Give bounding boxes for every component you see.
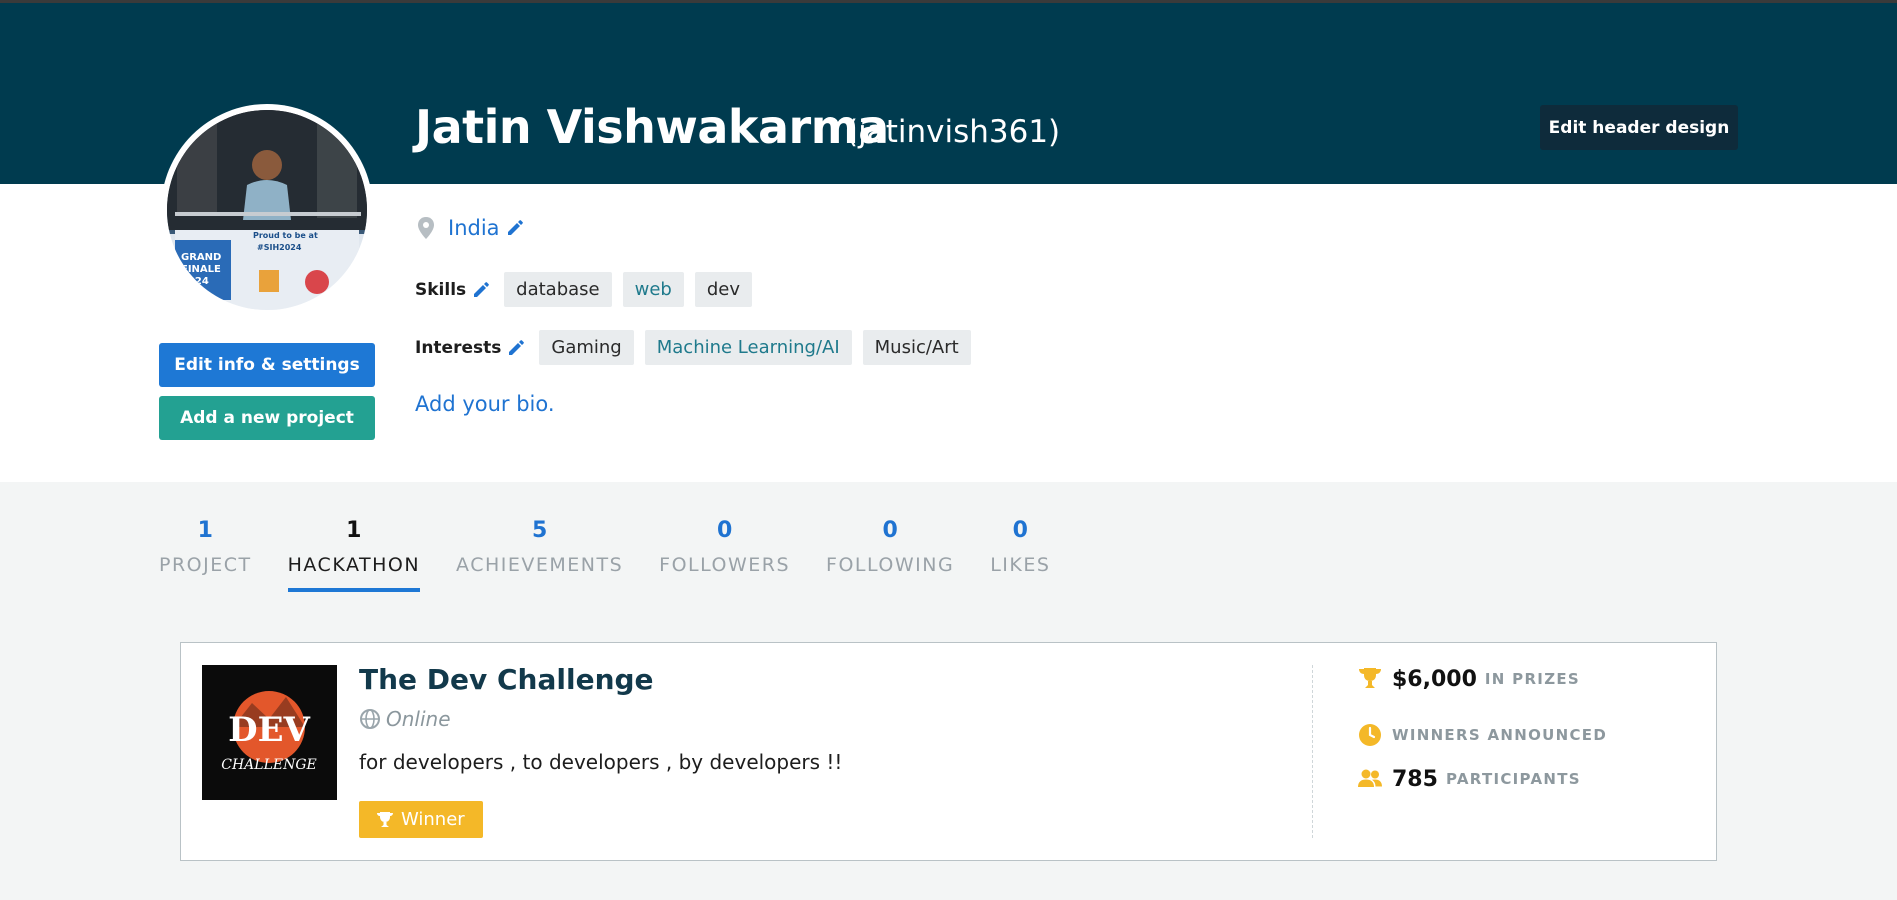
- stat-label: HACKATHON: [287, 554, 421, 576]
- trophy-icon: [1359, 668, 1381, 688]
- interests-row: Interests Gaming Machine Learning/AI Mus…: [415, 330, 982, 365]
- hackathon-logo[interactable]: DEV CHALLENGE: [202, 665, 337, 800]
- tab-followers[interactable]: 0 FOLLOWERS: [659, 518, 790, 576]
- interest-tag[interactable]: Music/Art: [862, 330, 971, 365]
- hackathon-location-text: Online: [386, 707, 451, 731]
- svg-text:DEV: DEV: [228, 710, 310, 750]
- stat-label: ACHIEVEMENTS: [456, 554, 624, 576]
- winners-status: WINNERS ANNOUNCED: [1356, 721, 1607, 749]
- stat-count: 0: [1012, 518, 1028, 543]
- prize-suffix: IN PRIZES: [1484, 670, 1581, 688]
- clock-icon: [1359, 724, 1381, 746]
- stat-label: FOLLOWING: [826, 554, 955, 576]
- participants-info: 785 PARTICIPANTS: [1356, 765, 1581, 793]
- stat-count: 1: [346, 518, 362, 543]
- trophy-icon: [377, 811, 393, 827]
- winner-badge: Winner: [359, 801, 483, 838]
- svg-text:Proud to be at: Proud to be at: [253, 231, 318, 240]
- add-bio-link[interactable]: Add your bio.: [415, 392, 555, 416]
- stat-count: 1: [197, 518, 213, 543]
- interest-tag[interactable]: Machine Learning/AI: [644, 330, 852, 365]
- profile-stats-tabs: 1 PROJECT 1 HACKATHON 5 ACHIEVEMENTS 0 F…: [159, 518, 1086, 592]
- svg-text:#SIH2024: #SIH2024: [257, 243, 302, 252]
- profile-photo-icon: GRAND FINALE 2024 Proud to be at #SIH202…: [167, 110, 367, 310]
- stat-label: PROJECT: [159, 554, 252, 576]
- location-pin-icon: [418, 217, 434, 239]
- stat-label: LIKES: [990, 554, 1051, 576]
- svg-text:2024: 2024: [181, 276, 209, 287]
- stat-count: 0: [716, 518, 733, 543]
- tab-likes[interactable]: 0 LIKES: [990, 518, 1050, 576]
- globe-icon: [360, 709, 380, 729]
- participants-count: 785: [1392, 766, 1438, 792]
- prize-amount: $6,000: [1392, 666, 1477, 692]
- interests-label: Interests: [415, 337, 502, 358]
- hackathon-location: Online: [359, 707, 451, 731]
- tab-project[interactable]: 1 PROJECT: [159, 518, 252, 576]
- winner-badge-label: Winner: [401, 809, 465, 830]
- skills-label: Skills: [415, 279, 467, 300]
- svg-text:FINALE: FINALE: [181, 264, 221, 275]
- card-divider: [1312, 665, 1313, 838]
- hackathon-description: for developers , to developers , by deve…: [359, 750, 843, 774]
- location-text[interactable]: India: [448, 216, 500, 240]
- participants-icon: [1358, 769, 1382, 787]
- edit-info-settings-button[interactable]: Edit info & settings: [159, 343, 375, 387]
- skills-tag-list: database web dev: [504, 272, 763, 307]
- skill-tag[interactable]: database: [504, 272, 612, 307]
- location-row: India: [416, 216, 524, 240]
- skills-row: Skills database web dev: [415, 272, 763, 307]
- hackathon-card[interactable]: DEV CHALLENGE The Dev Challenge Online f…: [180, 642, 1717, 861]
- svg-text:GRAND: GRAND: [181, 252, 221, 263]
- add-new-project-button[interactable]: Add a new project: [159, 396, 375, 440]
- skill-tag[interactable]: dev: [694, 272, 752, 307]
- edit-interests-pencil-icon[interactable]: [507, 339, 525, 357]
- skill-tag[interactable]: web: [622, 272, 684, 307]
- user-handle: (jatinvish361): [846, 114, 1061, 150]
- interest-tag[interactable]: Gaming: [539, 330, 634, 365]
- svg-text:CHALLENGE: CHALLENGE: [221, 757, 317, 773]
- user-full-name: Jatin Vishwakarma: [415, 100, 889, 154]
- participants-suffix: PARTICIPANTS: [1445, 770, 1581, 788]
- avatar[interactable]: GRAND FINALE 2024 Proud to be at #SIH202…: [161, 104, 373, 316]
- stat-count: 5: [531, 518, 548, 543]
- winners-status-text: WINNERS ANNOUNCED: [1392, 726, 1608, 744]
- edit-skills-pencil-icon[interactable]: [472, 281, 490, 299]
- tab-hackathon[interactable]: 1 HACKATHON: [287, 518, 421, 592]
- edit-header-design-button[interactable]: Edit header design: [1540, 105, 1738, 150]
- stat-label: FOLLOWERS: [659, 554, 791, 576]
- edit-location-pencil-icon[interactable]: [506, 219, 524, 237]
- prize-info: $6,000 IN PRIZES: [1356, 665, 1580, 693]
- stat-count: 0: [882, 518, 898, 543]
- tab-following[interactable]: 0 FOLLOWING: [826, 518, 954, 576]
- interests-tag-list: Gaming Machine Learning/AI Music/Art: [539, 330, 981, 365]
- dev-challenge-logo-icon: DEV CHALLENGE: [202, 665, 337, 800]
- hackathon-title[interactable]: The Dev Challenge: [359, 663, 654, 696]
- avatar-photo: GRAND FINALE 2024 Proud to be at #SIH202…: [167, 110, 367, 310]
- tab-achievements[interactable]: 5 ACHIEVEMENTS: [456, 518, 623, 576]
